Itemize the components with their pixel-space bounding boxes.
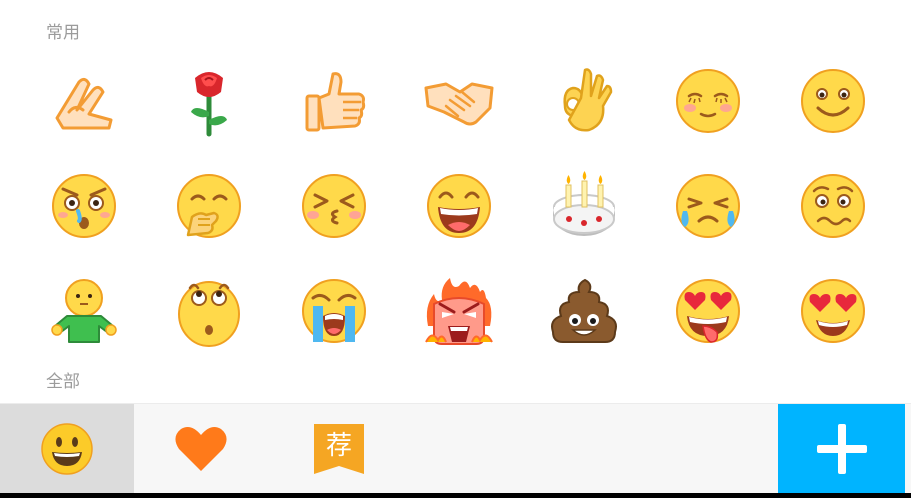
covering-mouth-face-icon [177,173,242,238]
tab-emoji[interactable] [0,404,134,494]
emoji-grid [22,48,896,363]
recommended-badge-icon: 荐 [314,424,364,474]
emoji-cell[interactable] [272,258,397,363]
emoji-cell[interactable] [147,258,272,363]
heart-eyes-face-icon [801,278,866,343]
heart-eyes-tongue-face-icon [676,278,741,343]
emoji-cell[interactable] [147,48,272,153]
emoji-cell[interactable] [646,258,771,363]
emoji-cell[interactable] [396,258,521,363]
section-label-common: 常用 [46,23,80,43]
emoji-cell[interactable] [396,48,521,153]
crying-face-icon [301,278,366,343]
handshake-icon [424,82,494,125]
emoji-cell[interactable] [272,48,397,153]
emoji-panel: 常用 全部 荐 [0,0,911,498]
thumbs-up-icon [305,71,366,131]
worried-face-icon [801,173,866,238]
shocked-face-icon [52,173,117,238]
green-shirt-person-icon [51,278,118,343]
plus-icon [816,424,867,474]
emoji-cell[interactable] [22,153,147,258]
pray-hands-icon [55,77,113,129]
emoji-cell[interactable] [771,153,896,258]
emoji-cell[interactable] [646,153,771,258]
emoji-cell[interactable] [22,48,147,153]
emoji-cell[interactable] [272,153,397,258]
tab-recommended[interactable]: 荐 [272,404,406,494]
emoji-toolbar: 荐 [0,403,911,494]
emoji-cell[interactable] [22,258,147,363]
furious-face-icon [424,277,493,345]
add-emoji-button[interactable] [778,404,905,494]
shy-face-icon [676,68,741,133]
emoji-cell[interactable] [771,48,896,153]
recommended-badge-text: 荐 [326,431,352,461]
grinning-face-icon [426,173,491,238]
section-label-all: 全部 [46,372,80,392]
smile-face-icon [801,68,866,133]
rose-icon [191,71,228,136]
ok-hand-icon [563,67,612,132]
poop-icon [550,278,617,343]
tab-favorites[interactable] [134,404,268,494]
tears-face-icon [676,173,741,238]
birthday-cake-icon [552,170,615,236]
emoji-cell[interactable] [396,153,521,258]
kiss-face-icon [301,173,366,238]
heart-icon [175,427,227,471]
rolling-eyes-face-icon [178,280,241,347]
bottom-divider [0,493,911,498]
emoji-cell[interactable] [147,153,272,258]
smiley-icon [41,423,93,475]
emoji-cell[interactable] [771,258,896,363]
emoji-cell[interactable] [521,258,646,363]
emoji-cell[interactable] [521,48,646,153]
emoji-cell[interactable] [646,48,771,153]
emoji-cell[interactable] [521,153,646,258]
